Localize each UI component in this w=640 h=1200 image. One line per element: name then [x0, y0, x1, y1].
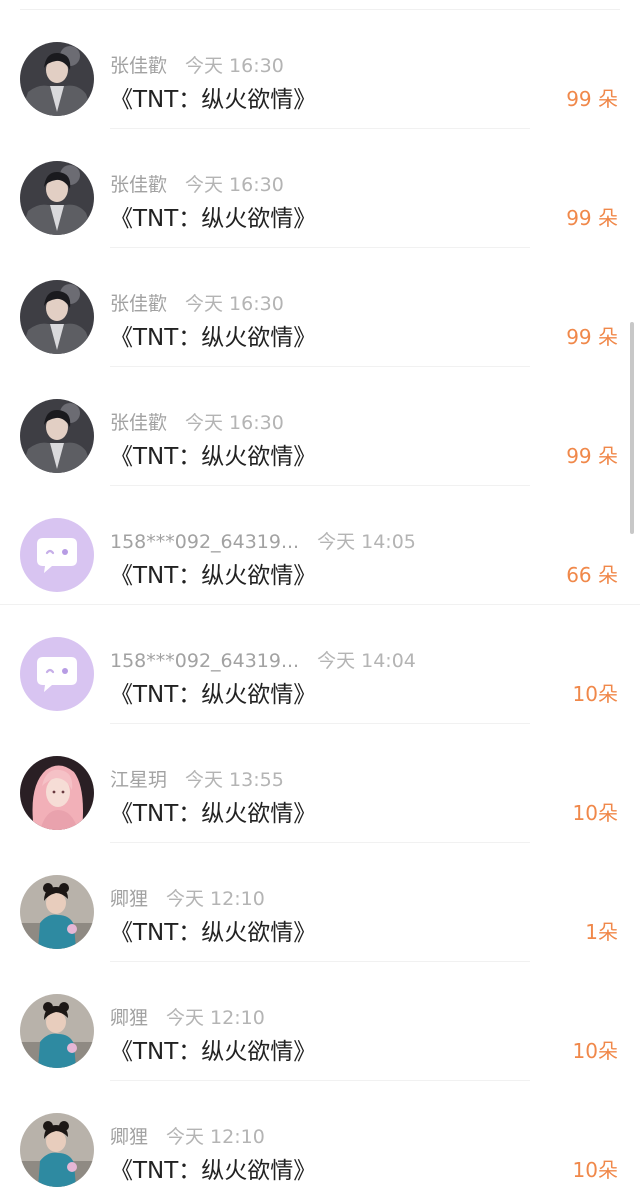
user-avatar[interactable]	[20, 994, 94, 1068]
user-name[interactable]: 158***092_64319...	[110, 531, 299, 553]
timestamp: 今天 12:10	[166, 1007, 265, 1029]
work-title[interactable]: 《TNT：纵火欲情》	[110, 913, 316, 947]
user-name[interactable]: 张佳歡	[110, 55, 167, 77]
list-item[interactable]: 158***092_64319... 今天 14:04 《TNT：纵火欲情》 10…	[0, 605, 640, 724]
list-item[interactable]: 卿狸 今天 12:10 《TNT：纵火欲情》 1朵	[0, 843, 640, 962]
flower-count: 99 朵	[566, 325, 618, 349]
work-title[interactable]: 《TNT：纵火欲情》	[110, 1032, 316, 1066]
user-avatar[interactable]	[20, 756, 94, 830]
timestamp: 今天 16:30	[185, 412, 284, 434]
meta-line: 158***092_64319... 今天 14:04	[110, 646, 416, 673]
list-item[interactable]: 158***092_64319... 今天 14:05 《TNT：纵火欲情》 66…	[0, 486, 640, 605]
user-name[interactable]: 张佳歡	[110, 412, 167, 434]
work-title[interactable]: 《TNT：纵火欲情》	[110, 675, 316, 709]
user-avatar[interactable]	[20, 42, 94, 116]
list-item[interactable]: 江星玥 今天 13:55 《TNT：纵火欲情》 10朵	[0, 724, 640, 843]
work-title[interactable]: 《TNT：纵火欲情》	[110, 556, 316, 590]
user-name[interactable]: 卿狸	[110, 1007, 148, 1029]
user-name[interactable]: 江星玥	[110, 769, 167, 791]
meta-line: 卿狸 今天 12:10	[110, 1003, 265, 1030]
list-item[interactable]: 张佳歡 今天 16:30 《TNT：纵火欲情》 99 朵	[0, 10, 640, 129]
work-title[interactable]: 《TNT：纵火欲情》	[110, 1151, 316, 1185]
meta-line: 江星玥 今天 13:55	[110, 765, 284, 792]
user-name[interactable]: 张佳歡	[110, 293, 167, 315]
meta-line: 卿狸 今天 12:10	[110, 1122, 265, 1149]
user-name[interactable]: 张佳歡	[110, 174, 167, 196]
work-title[interactable]: 《TNT：纵火欲情》	[110, 794, 316, 828]
timestamp: 今天 16:30	[185, 174, 284, 196]
list-item[interactable]: 卿狸 今天 12:10 《TNT：纵火欲情》 10朵	[0, 1081, 640, 1200]
user-name[interactable]: 158***092_64319...	[110, 650, 299, 672]
flower-count: 99 朵	[566, 206, 618, 230]
work-title[interactable]: 《TNT：纵火欲情》	[110, 199, 316, 233]
flower-count: 66 朵	[566, 563, 618, 587]
timestamp: 今天 16:30	[185, 293, 284, 315]
list-item[interactable]: 卿狸 今天 12:10 《TNT：纵火欲情》 10朵	[0, 962, 640, 1081]
list-item[interactable]: 张佳歡 今天 16:30 《TNT：纵火欲情》 99 朵	[0, 367, 640, 486]
meta-line: 张佳歡 今天 16:30	[110, 51, 284, 78]
meta-line: 张佳歡 今天 16:30	[110, 408, 284, 435]
timestamp: 今天 14:04	[317, 650, 416, 672]
flower-count: 99 朵	[566, 87, 618, 111]
user-avatar[interactable]	[20, 518, 94, 592]
flower-count: 10朵	[572, 1158, 618, 1182]
flower-count: 99 朵	[566, 444, 618, 468]
flower-count: 10朵	[572, 1039, 618, 1063]
work-title[interactable]: 《TNT：纵火欲情》	[110, 80, 316, 114]
user-avatar[interactable]	[20, 637, 94, 711]
flower-count: 10朵	[572, 801, 618, 825]
user-name[interactable]: 卿狸	[110, 1126, 148, 1148]
scrollbar[interactable]	[630, 322, 634, 534]
work-title[interactable]: 《TNT：纵火欲情》	[110, 318, 316, 352]
timestamp: 今天 16:30	[185, 55, 284, 77]
timestamp: 今天 12:10	[166, 888, 265, 910]
flower-count: 1朵	[585, 920, 618, 944]
work-title[interactable]: 《TNT：纵火欲情》	[110, 437, 316, 471]
user-avatar[interactable]	[20, 1113, 94, 1187]
list-item[interactable]: 张佳歡 今天 16:30 《TNT：纵火欲情》 99 朵	[0, 129, 640, 248]
timestamp: 今天 12:10	[166, 1126, 265, 1148]
meta-line: 张佳歡 今天 16:30	[110, 170, 284, 197]
flower-count: 10朵	[572, 682, 618, 706]
user-avatar[interactable]	[20, 161, 94, 235]
meta-line: 158***092_64319... 今天 14:05	[110, 527, 416, 554]
user-avatar[interactable]	[20, 280, 94, 354]
timestamp: 今天 13:55	[185, 769, 284, 791]
list-item[interactable]: 张佳歡 今天 16:30 《TNT：纵火欲情》 99 朵	[0, 248, 640, 367]
meta-line: 张佳歡 今天 16:30	[110, 289, 284, 316]
timestamp: 今天 14:05	[317, 531, 416, 553]
user-avatar[interactable]	[20, 399, 94, 473]
meta-line: 卿狸 今天 12:10	[110, 884, 265, 911]
user-name[interactable]: 卿狸	[110, 888, 148, 910]
user-avatar[interactable]	[20, 875, 94, 949]
